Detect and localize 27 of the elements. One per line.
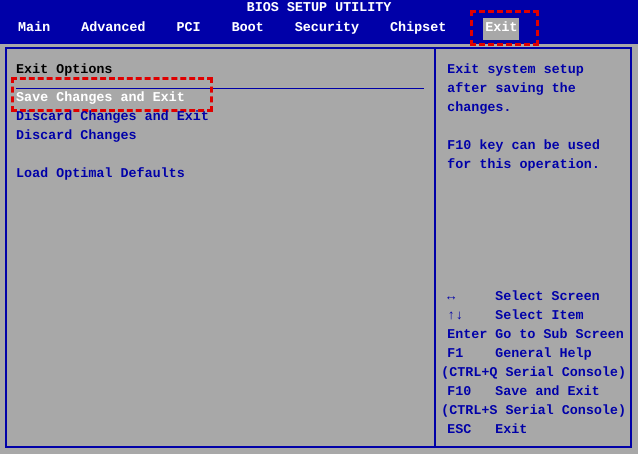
menu-option[interactable]: Load Optimal Defaults bbox=[16, 165, 185, 184]
menu-tab[interactable]: PCI bbox=[174, 18, 203, 40]
help-text: Exit system setup after saving the changes. bbox=[446, 62, 585, 118]
key-label: ↑↓ bbox=[447, 308, 464, 326]
menu-tab[interactable]: Security bbox=[292, 18, 362, 40]
menu-tab[interactable]: Main bbox=[16, 18, 52, 40]
key-label: Enter bbox=[447, 327, 488, 345]
menu-tab[interactable]: Boot bbox=[230, 18, 266, 40]
menu-tab[interactable]: Advanced bbox=[79, 18, 148, 40]
key-description: Exit bbox=[495, 422, 528, 440]
key-label: F10 bbox=[447, 384, 472, 402]
key-description: Select Item bbox=[495, 308, 584, 326]
key-description: General Help bbox=[495, 346, 592, 364]
menu-tab[interactable]: Chipset bbox=[388, 18, 448, 40]
help-text: F10 key can be used for this operation. bbox=[446, 138, 601, 175]
key-label: ESC bbox=[447, 422, 472, 440]
window-title: BIOS SETUP UTILITY bbox=[246, 0, 392, 18]
menu-option[interactable]: Discard Changes bbox=[16, 127, 137, 146]
key-description: Save and Exit bbox=[495, 384, 600, 402]
key-note: (CTRL+Q Serial Console) bbox=[440, 365, 626, 383]
key-label: ↔ bbox=[447, 289, 456, 307]
key-note: (CTRL+S Serial Console) bbox=[440, 403, 626, 421]
key-description: Go to Sub Screen bbox=[495, 327, 624, 345]
menu-option[interactable]: Discard Changes and Exit bbox=[16, 108, 209, 127]
key-label: F1 bbox=[447, 346, 464, 364]
key-description: Select Screen bbox=[495, 289, 600, 307]
section-heading: Exit Options bbox=[16, 62, 114, 80]
